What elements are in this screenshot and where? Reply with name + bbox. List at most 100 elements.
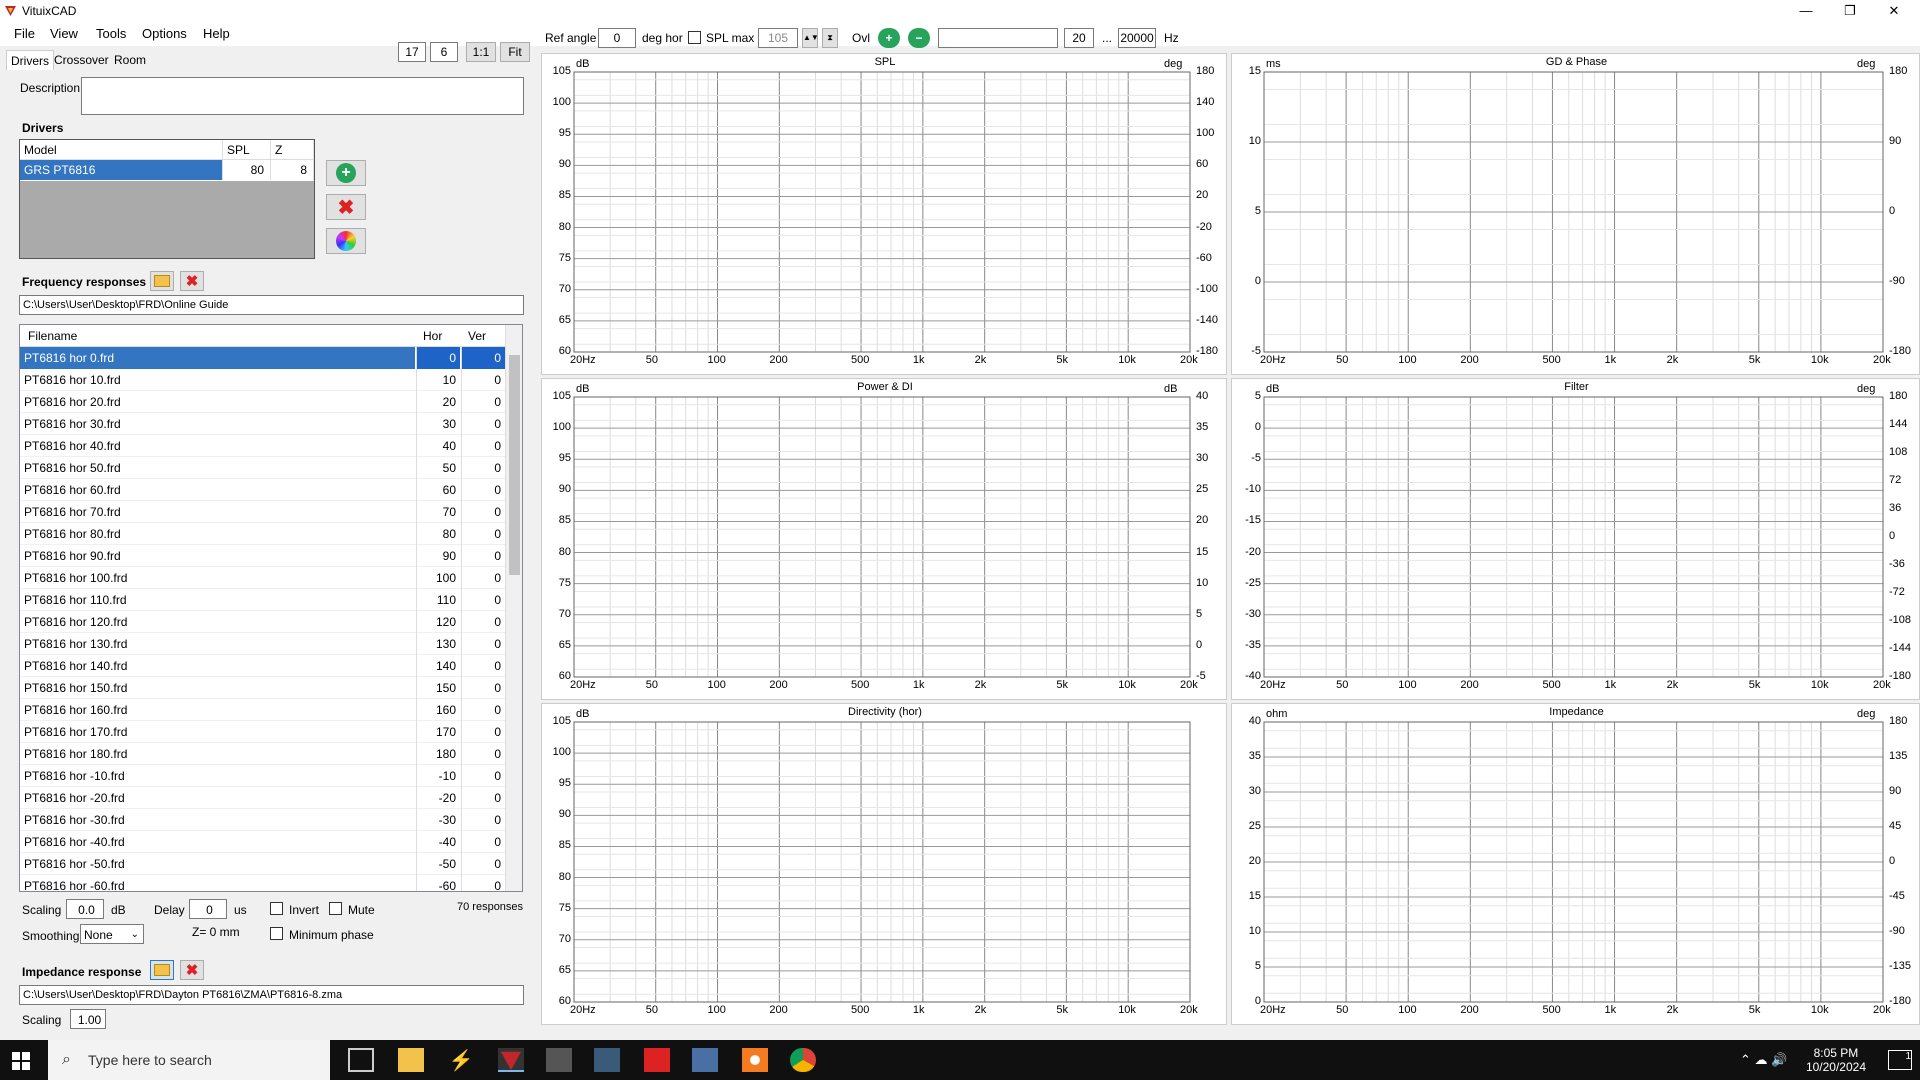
remove-impedance-button[interactable]: ✖ [180, 960, 204, 980]
hourglass-icon[interactable]: ⧗ [822, 28, 838, 48]
filename-cell[interactable]: PT6816 hor -30.frd [20, 809, 415, 831]
hor-cell[interactable]: 80 [416, 523, 460, 545]
restore-button[interactable]: ❐ [1828, 0, 1872, 22]
col-spl[interactable]: SPL [223, 140, 271, 160]
filename-cell[interactable]: PT6816 hor -20.frd [20, 787, 415, 809]
graph-filter[interactable]: Filter dB deg 5 0 -5 -10 -15 -20 -25 -30 -35 -40 180 1… [1231, 378, 1920, 700]
hor-cell[interactable]: -40 [416, 831, 460, 853]
list-item[interactable]: PT6816 hor 130.frd 130 0 [20, 633, 522, 655]
filename-cell[interactable]: PT6816 hor 140.frd [20, 655, 415, 677]
ver-cell[interactable]: 0 [461, 457, 505, 479]
filename-cell[interactable]: PT6816 hor -50.frd [20, 853, 415, 875]
windows-start-icon[interactable] [12, 1052, 30, 1070]
blender-icon[interactable] [742, 1048, 768, 1072]
filename-cell[interactable]: PT6816 hor 150.frd [20, 677, 415, 699]
description-input[interactable] [81, 77, 524, 115]
filename-cell[interactable]: PT6816 hor 40.frd [20, 435, 415, 457]
list-item[interactable]: PT6816 hor 0.frd 0 0 [20, 347, 522, 369]
hor-cell[interactable]: 90 [416, 545, 460, 567]
hor-cell[interactable]: 100 [416, 567, 460, 589]
list-item[interactable]: PT6816 hor 110.frd 110 0 [20, 589, 522, 611]
hor-cell[interactable]: 150 [416, 677, 460, 699]
list-item[interactable]: PT6816 hor -20.frd -20 0 [20, 787, 522, 809]
hor-cell[interactable]: 30 [416, 413, 460, 435]
spin-updown-icon[interactable]: ▲▼ [802, 28, 819, 48]
smoothing-select[interactable]: None ⌄ [80, 924, 144, 944]
hor-cell[interactable]: 160 [416, 699, 460, 721]
filename-cell[interactable]: PT6816 hor 50.frd [20, 457, 415, 479]
ver-cell[interactable]: 0 [461, 589, 505, 611]
list-item[interactable]: PT6816 hor 40.frd 40 0 [20, 435, 522, 457]
ver-cell[interactable]: 0 [461, 347, 505, 369]
freq-path-input[interactable]: C:\Users\User\Desktop\FRD\Online Guide [19, 295, 524, 315]
col-filename[interactable]: Filename [28, 329, 77, 343]
task-view-icon[interactable] [348, 1048, 374, 1072]
menu-view[interactable]: View [50, 26, 78, 41]
freq-low-input[interactable]: 20 [1064, 28, 1094, 48]
graph-spl[interactable]: SPL dB deg 105 100 95 90 85 80 75 70 65 60 180 140 100 6… [541, 53, 1227, 375]
list-item[interactable]: PT6816 hor 50.frd 50 0 [20, 457, 522, 479]
driver-row[interactable]: GRS PT6816 80 8 [20, 160, 314, 181]
hor-cell[interactable]: 50 [416, 457, 460, 479]
hor-cell[interactable]: -10 [416, 765, 460, 787]
tray-icons[interactable]: ⌃ ☁ 🔊 [1740, 1052, 1787, 1068]
ver-cell[interactable]: 0 [461, 721, 505, 743]
spl-max-input[interactable]: 105 [758, 28, 798, 48]
col-ver[interactable]: Ver [468, 329, 486, 343]
app-icon-4[interactable] [644, 1048, 670, 1072]
app-icon-2[interactable] [546, 1048, 572, 1072]
color-driver-button[interactable] [326, 228, 366, 254]
ver-cell[interactable]: 0 [461, 523, 505, 545]
ver-cell[interactable]: 0 [461, 413, 505, 435]
ver-cell[interactable]: 0 [461, 809, 505, 831]
filename-cell[interactable]: PT6816 hor 120.frd [20, 611, 415, 633]
list-item[interactable]: PT6816 hor 10.frd 10 0 [20, 369, 522, 391]
freq-response-list[interactable]: Filename Hor Ver PT6816 hor 0.frd 0 0 PT681… [19, 324, 523, 892]
graph-power[interactable]: Power & DI dB dB 105 100 95 90 85 80 75 70 65 60 40 35… [541, 378, 1227, 700]
notification-icon[interactable]: 1 [1888, 1050, 1912, 1070]
ver-cell[interactable]: 0 [461, 853, 505, 875]
filename-cell[interactable]: PT6816 hor 170.frd [20, 721, 415, 743]
ver-cell[interactable]: 0 [461, 633, 505, 655]
tab-room[interactable]: Room [110, 50, 150, 70]
graph-imp[interactable]: Impedance ohm deg 40 35 30 25 20 15 10 5 0 180 135 90 4… [1231, 703, 1920, 1025]
ver-cell[interactable]: 0 [461, 743, 505, 765]
list-item[interactable]: PT6816 hor 60.frd 60 0 [20, 479, 522, 501]
minimize-button[interactable]: — [1784, 0, 1828, 22]
hor-cell[interactable]: 110 [416, 589, 460, 611]
list-item[interactable]: PT6816 hor -50.frd -50 0 [20, 853, 522, 875]
list-item[interactable]: PT6816 hor -60.frd -60 0 [20, 875, 522, 891]
ver-cell[interactable]: 0 [461, 369, 505, 391]
driver-spl[interactable]: 80 [223, 160, 271, 180]
open-folder-button[interactable] [150, 271, 174, 291]
graph-gd[interactable]: GD & Phase ms deg 15 10 5 0 -5 180 90 0 -90 -180 20Hz… [1231, 53, 1920, 375]
drivers-grid[interactable]: Model SPL Z GRS PT6816 80 8 [19, 139, 315, 259]
overlay-input[interactable] [938, 28, 1058, 48]
hor-cell[interactable]: 130 [416, 633, 460, 655]
file-explorer-icon[interactable] [398, 1048, 424, 1072]
freq-high-input[interactable]: 20000 [1118, 28, 1156, 48]
impedance-path-input[interactable]: C:\Users\User\Desktop\FRD\Dayton PT6816\… [19, 985, 524, 1005]
vituixcad-taskbar-icon[interactable] [498, 1048, 524, 1072]
hor-cell[interactable]: -50 [416, 853, 460, 875]
filename-cell[interactable]: PT6816 hor -60.frd [20, 875, 415, 891]
filename-cell[interactable]: PT6816 hor -40.frd [20, 831, 415, 853]
list-item[interactable]: PT6816 hor 120.frd 120 0 [20, 611, 522, 633]
graph-dir[interactable]: Directivity (hor) dB 105 100 95 90 85 80 75 70 65 6… [541, 703, 1227, 1025]
remove-overlay-icon[interactable]: − [908, 28, 930, 48]
ver-cell[interactable]: 0 [461, 435, 505, 457]
taskbar-search[interactable]: ⌕ Type here to search [48, 1040, 330, 1080]
ver-cell[interactable]: 0 [461, 501, 505, 523]
delete-driver-button[interactable]: ✖ [326, 194, 366, 220]
menu-tools[interactable]: Tools [96, 26, 126, 41]
hor-cell[interactable]: -60 [416, 875, 460, 891]
fit-button[interactable]: Fit [500, 42, 530, 62]
scaling-input[interactable]: 0.0 [66, 899, 104, 919]
hor-cell[interactable]: -30 [416, 809, 460, 831]
list-item[interactable]: PT6816 hor 80.frd 80 0 [20, 523, 522, 545]
filename-cell[interactable]: PT6816 hor 160.frd [20, 699, 415, 721]
hor-cell[interactable]: 170 [416, 721, 460, 743]
hor-cell[interactable]: 180 [416, 743, 460, 765]
list-scrollbar[interactable] [505, 325, 522, 891]
filename-cell[interactable]: PT6816 hor 100.frd [20, 567, 415, 589]
